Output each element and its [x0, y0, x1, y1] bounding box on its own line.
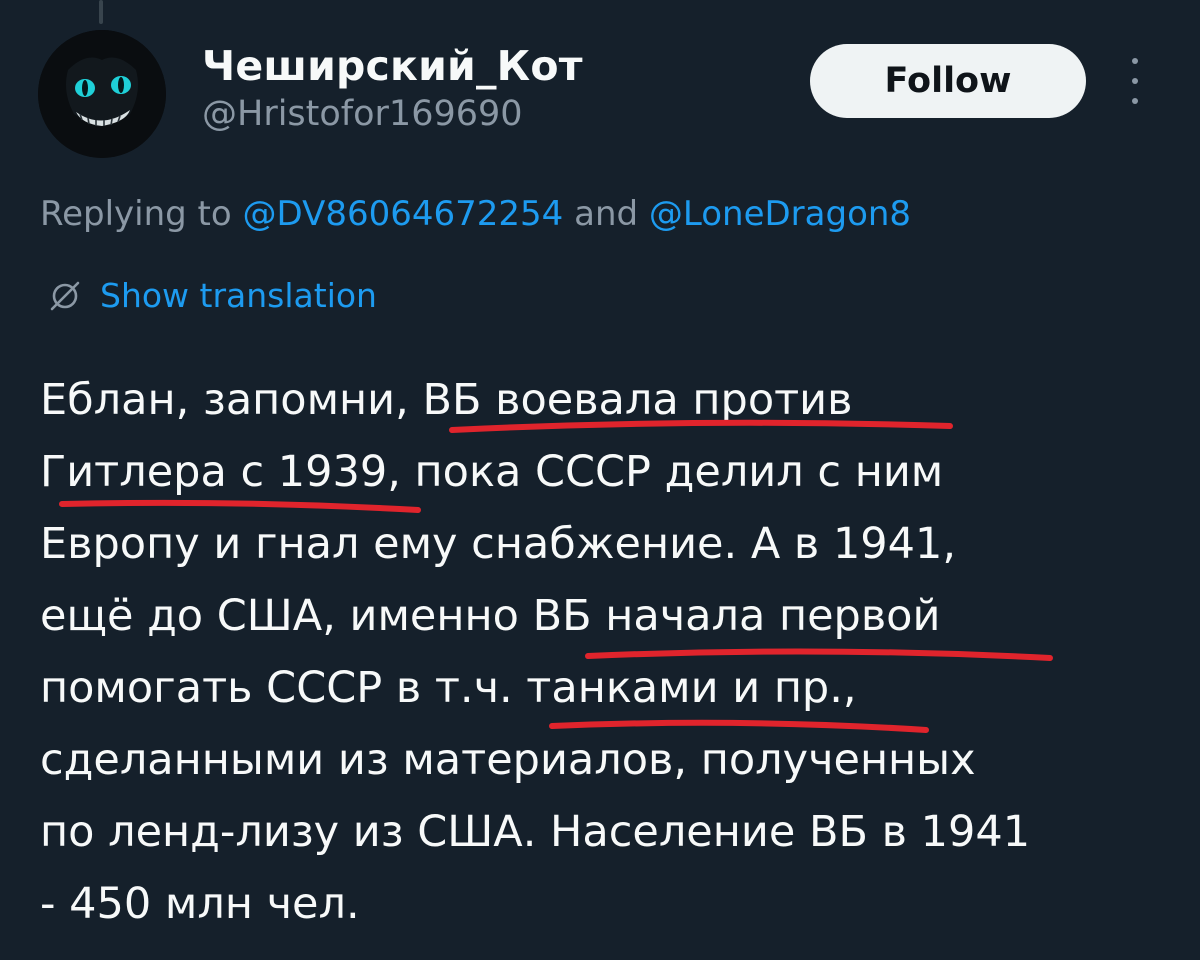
- globe-icon: [50, 281, 80, 310]
- replying-to-prefix: Replying to: [40, 194, 243, 234]
- mention-link-1[interactable]: @DV86064672254: [243, 194, 564, 234]
- tweet-line: Еблан, запомни, ВБ воевала против: [40, 375, 853, 425]
- tweet-body: Еблан, запомни, ВБ воевала против Гитлер…: [40, 364, 1170, 940]
- cheshire-cat-icon: [38, 30, 166, 158]
- more-options-dot: [1132, 78, 1138, 84]
- thread-connector-line: [99, 0, 103, 24]
- tweet-line: сделанными из материалов, полученных: [40, 735, 976, 785]
- tweet-line: Гитлера с 1939, пока СССР делил с ним: [40, 447, 944, 497]
- replying-to-connector: and: [563, 194, 649, 234]
- follow-button[interactable]: Follow: [810, 44, 1086, 118]
- tweet-line: помогать СССР в т.ч. танками и пр.,: [40, 663, 857, 713]
- avatar[interactable]: [38, 30, 166, 158]
- tweet-line: по ленд-лизу из США. Население ВБ в 1941: [40, 807, 1031, 857]
- author-handle[interactable]: @Hristofor169690: [202, 94, 523, 134]
- show-translation-button[interactable]: Show translation: [48, 276, 377, 315]
- more-options-icon[interactable]: [1120, 58, 1150, 104]
- replying-to-line: Replying to @DV86064672254 and @LoneDrag…: [40, 194, 911, 234]
- more-options-dot: [1132, 98, 1138, 104]
- tweet-line: Европу и гнал ему снабжение. А в 1941,: [40, 519, 957, 569]
- tweet-line: - 450 млн чел.: [40, 879, 360, 929]
- show-translation-label: Show translation: [100, 276, 377, 315]
- tweet-line: ещё до США, именно ВБ начала первой: [40, 591, 941, 641]
- mention-link-2[interactable]: @LoneDragon8: [649, 194, 911, 234]
- author-display-name[interactable]: Чеширский_Кот: [202, 42, 583, 90]
- more-options-dot: [1132, 58, 1138, 64]
